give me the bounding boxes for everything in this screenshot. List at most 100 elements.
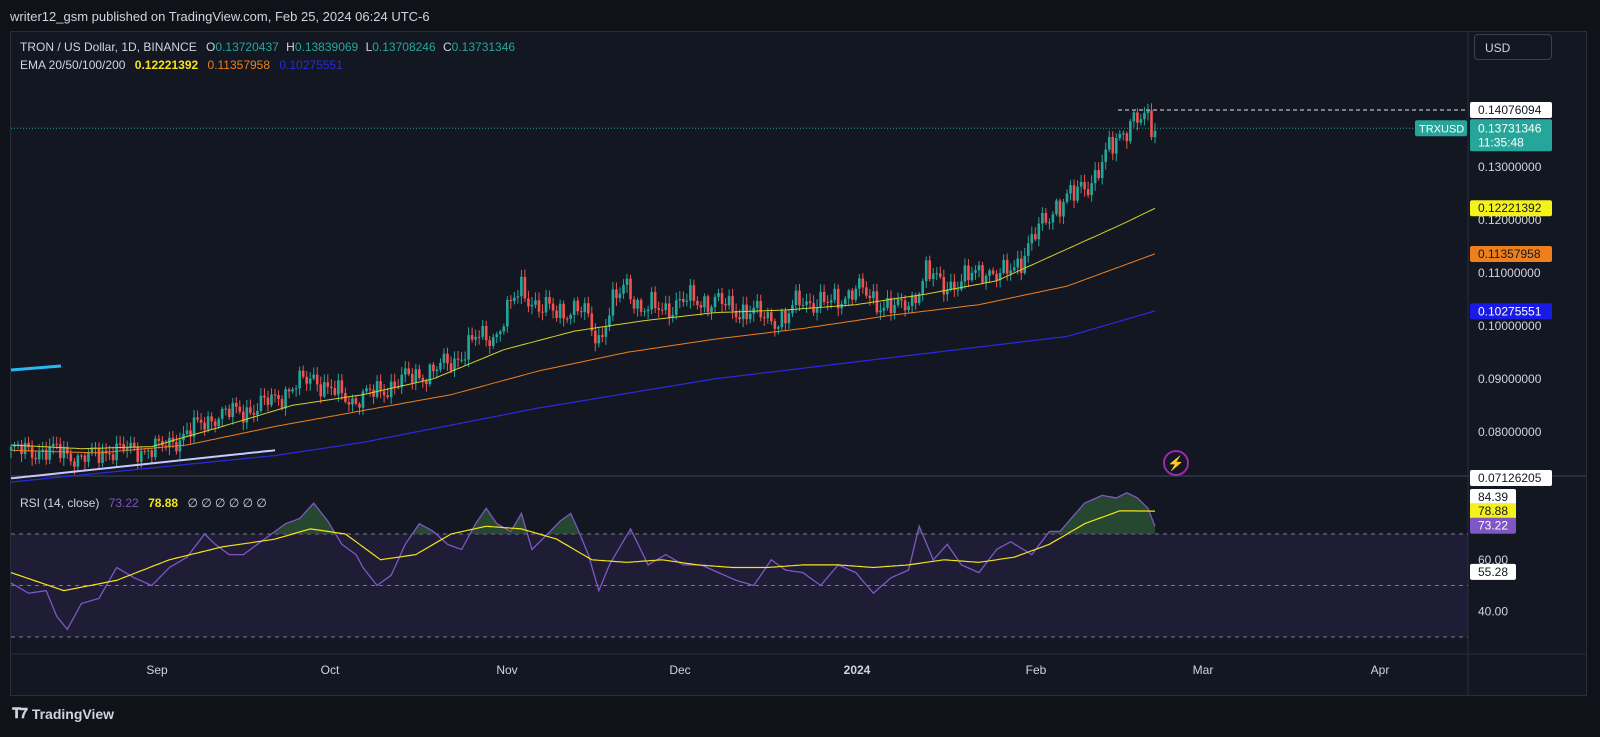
candle-body [657, 308, 660, 310]
candle-body [55, 443, 59, 445]
candle-body [822, 291, 826, 302]
candle-body [1065, 193, 1069, 203]
candle-body [537, 300, 541, 312]
candle-body [108, 453, 111, 455]
candle-body [787, 313, 791, 324]
candle-body [1058, 200, 1062, 217]
candle-body [579, 311, 583, 313]
candle-body [379, 381, 382, 392]
candle-body [196, 417, 199, 420]
candle-body [1072, 185, 1076, 201]
chart-svg[interactable]: 0.130000000.120000000.110000000.10000000… [0, 0, 1600, 737]
candle-body [534, 300, 537, 305]
candle-body [632, 299, 636, 309]
candle-body [660, 309, 664, 311]
candle-body [453, 358, 456, 371]
close-label: C [443, 40, 452, 54]
brand-name: TradingView [31, 705, 115, 722]
candle-body [368, 388, 372, 390]
candle-body [481, 326, 484, 337]
candle-body [217, 418, 220, 427]
candle-body [565, 318, 569, 320]
ema100-price-tag: 0.10275551 [1478, 304, 1542, 318]
candle-body [319, 384, 323, 397]
candle-body [914, 295, 917, 304]
candle-body [601, 335, 604, 337]
candle-body [256, 410, 259, 415]
candle-body [777, 327, 780, 329]
candle-body [1086, 189, 1090, 196]
candle-body [273, 394, 277, 396]
candle-body [692, 285, 696, 301]
candle-body [850, 290, 854, 300]
candle-body [1118, 133, 1122, 139]
candle-body [97, 448, 101, 463]
candle-body [1129, 121, 1132, 142]
candle-body [981, 265, 984, 283]
candle-body [667, 303, 671, 318]
candle-body [977, 265, 981, 271]
candle-body [456, 358, 460, 360]
symbol-legend[interactable]: TRON / US Dollar, 1D, BINANCE O0.1372043… [20, 40, 515, 54]
candle-body [157, 438, 161, 441]
candle-body [1083, 182, 1086, 190]
candle-body [854, 288, 858, 300]
candle-body [995, 273, 998, 281]
ema-legend[interactable]: EMA 20/50/100/200 0.12221392 0.11357958 … [20, 58, 343, 72]
candle-body [548, 296, 551, 304]
candle-body [146, 450, 150, 452]
price-tick-label: 0.13000000 [1478, 160, 1542, 174]
candle-body [1104, 149, 1108, 163]
candle-body [710, 307, 713, 312]
candle-body [1069, 185, 1072, 194]
tradingview-logo[interactable]: 𝐓𝟕 TradingView [12, 705, 114, 722]
currency-selector[interactable]: USD [1474, 34, 1552, 60]
ema50-value: 0.11357958 [207, 58, 271, 72]
candle-body [213, 421, 217, 427]
price-tick-label: 0.10000000 [1478, 319, 1542, 333]
candle-body [527, 298, 530, 307]
candle-body [928, 260, 932, 280]
candle-body [942, 276, 946, 295]
candle-body [9, 446, 13, 451]
candle-body [442, 353, 446, 363]
lightning-icon[interactable]: ⚡ [1163, 450, 1189, 476]
candle-body [569, 314, 572, 319]
candle-body [495, 334, 499, 338]
candle-body [252, 412, 256, 415]
candle-body [1150, 110, 1153, 138]
candle-body [474, 336, 477, 340]
candle-body [1055, 200, 1058, 215]
candle-body [203, 422, 206, 430]
candle-body [833, 288, 836, 301]
candle-body [1114, 138, 1118, 154]
candle-body [650, 292, 653, 310]
candle-body [907, 306, 910, 311]
rsi-legend[interactable]: RSI (14, close) 73.22 78.88 ∅ ∅ ∅ ∅ ∅ ∅ [20, 496, 267, 510]
candle-body [470, 335, 474, 340]
candle-body [629, 278, 632, 300]
candle-body [762, 317, 766, 319]
candle-body [410, 373, 414, 383]
ema20-value: 0.12221392 [134, 58, 199, 72]
time-tick-label: Oct [321, 663, 340, 677]
candle-body [509, 299, 513, 302]
candle-body [477, 336, 481, 338]
rsi-label: RSI (14, close) [20, 496, 100, 510]
candle-body [87, 451, 90, 462]
candle-body [826, 301, 829, 303]
candle-body [689, 285, 692, 301]
candle-body [375, 381, 379, 397]
candle-body [118, 443, 122, 445]
candle-body [699, 304, 703, 308]
rsi-extra-values: ∅ ∅ ∅ ∅ ∅ ∅ [187, 496, 267, 510]
candle-body [808, 301, 812, 304]
candle-body [34, 457, 37, 460]
candle-body [125, 447, 129, 450]
time-tick-label: Apr [1371, 663, 1390, 677]
candle-body [696, 300, 699, 305]
candle-body [523, 276, 527, 299]
candle-body [463, 359, 467, 361]
candle-body [674, 300, 678, 315]
candle-body [48, 446, 52, 460]
